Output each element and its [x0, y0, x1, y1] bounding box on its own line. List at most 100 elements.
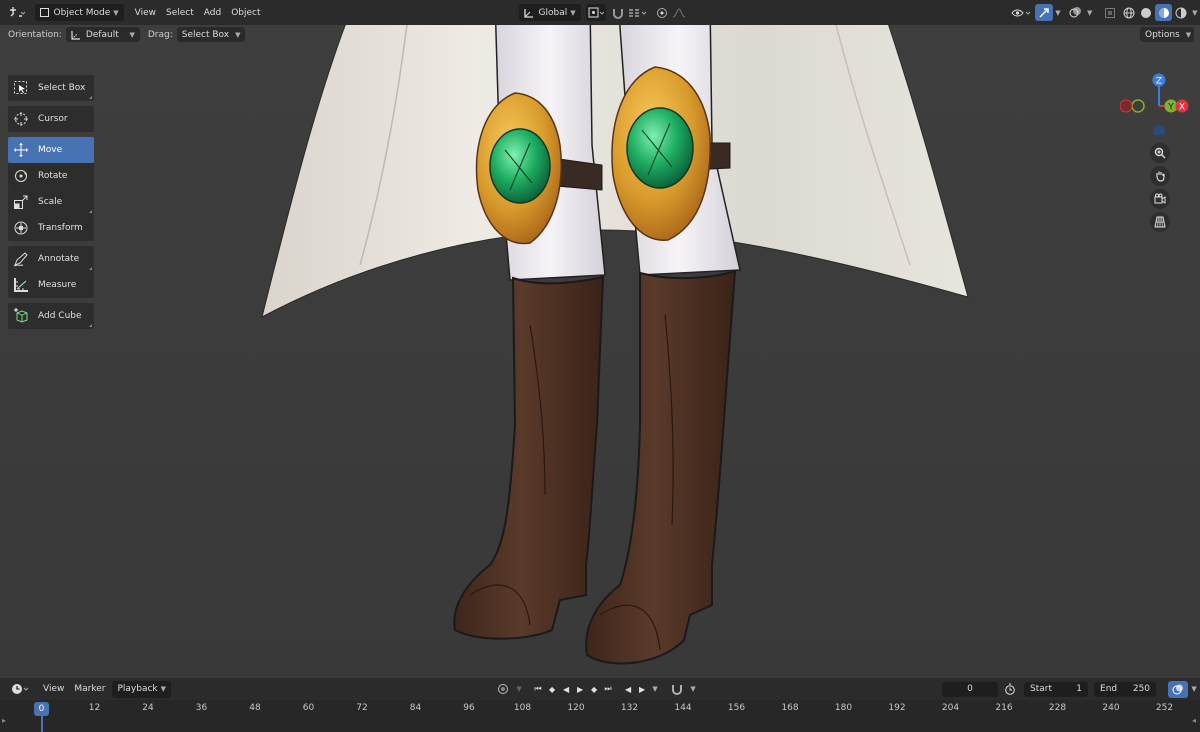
camera-view-button[interactable] [1150, 189, 1170, 209]
keying-dropdown[interactable]: ▼ [513, 681, 525, 698]
next-keyframe-icon: ◆ [590, 684, 598, 694]
playback-label: Playback [117, 684, 158, 694]
options-dropdown[interactable]: Options ▼ [1140, 27, 1194, 42]
gizmo-icon [1039, 7, 1049, 17]
zoom-button[interactable] [1150, 143, 1170, 163]
snap-toggle[interactable] [609, 4, 626, 21]
scroll-right-icon[interactable]: ◂ [1192, 716, 1196, 725]
tool-scale[interactable]: Scale [8, 189, 94, 215]
proportional-editing-toggle[interactable] [653, 4, 670, 21]
play-icon: ▶ [576, 684, 584, 694]
right-knee-brooch [611, 66, 711, 241]
tool-move[interactable]: Move [8, 137, 94, 163]
snap-timeline-dropdown[interactable]: ▼ [687, 681, 699, 698]
start-frame-field[interactable]: Start 1 [1024, 681, 1089, 697]
end-frame-field[interactable]: End 250 [1094, 681, 1157, 697]
tool-annotate[interactable]: Annotate [8, 246, 94, 272]
mode-selector[interactable]: Object Mode ▼ [34, 4, 124, 21]
orientation-dropdown[interactable]: Default ▼ [65, 27, 140, 42]
ruler-tick-label: 96 [463, 703, 475, 713]
overlays-toggle[interactable] [1067, 4, 1084, 21]
orientation-label: Global [538, 7, 568, 18]
gizmo-dropdown[interactable]: ▼ [1053, 4, 1063, 21]
tool-label: Add Cube [38, 311, 82, 321]
navigation-gizmo[interactable]: Z Y X [1120, 65, 1200, 255]
timeline-ruler[interactable]: 12 24 36 48 60 72 84 96 108 120 132 144 156 168 180 192… [0, 700, 1200, 732]
drag-dropdown[interactable]: Select Box ▼ [176, 27, 246, 42]
visibility-dropdown[interactable] [1010, 4, 1033, 21]
orientation-value: Default [85, 29, 119, 40]
eye-selectability-icon [1011, 9, 1031, 16]
auto-keying-toggle[interactable] [493, 681, 513, 698]
ruler-tick-label: 144 [674, 703, 692, 713]
jump-to-keyframe-prev-button[interactable]: ◆ [545, 682, 559, 697]
menu-select[interactable]: Select [161, 4, 199, 21]
chevron-down-icon: ▼ [1192, 8, 1198, 17]
ruler-tick-label: 168 [781, 703, 799, 713]
ruler-tick-label: 192 [888, 703, 906, 713]
snap-timeline-toggle[interactable] [667, 681, 687, 698]
shading-material-button[interactable] [1154, 4, 1173, 21]
editor-type-button[interactable] [6, 4, 29, 21]
next-frame-button[interactable]: ▶ [635, 682, 649, 697]
select-box-icon [12, 79, 30, 97]
playback-dropdown[interactable]: Playback ▼ [112, 680, 172, 698]
transform-orientation-dropdown[interactable]: Global ▼ [518, 4, 581, 21]
timeline-view-dropdown[interactable]: ▼ [1188, 681, 1200, 698]
skip-start-icon: ⏮ [534, 684, 542, 693]
frame-step-dropdown[interactable]: ▼ [649, 681, 661, 698]
step-back-button[interactable]: ◀ [559, 682, 573, 697]
tool-add-cube[interactable]: Add Cube [8, 303, 94, 329]
menu-add[interactable]: Add [199, 4, 226, 21]
tool-label: Rotate [38, 171, 68, 181]
jump-to-start-button[interactable]: ⏮ [531, 682, 545, 697]
shading-wireframe-button[interactable] [1120, 4, 1137, 21]
perspective-toggle-button[interactable] [1150, 212, 1170, 232]
proportional-falloff-dropdown[interactable] [671, 4, 688, 21]
cursor-icon [12, 110, 30, 128]
ruler-tick-label: 156 [727, 703, 746, 713]
orientation-axes-icon [523, 8, 533, 18]
scroll-left-icon[interactable]: ▸ [2, 716, 6, 725]
tool-measure[interactable]: Measure [8, 272, 94, 298]
tool-rotate[interactable]: Rotate [8, 163, 94, 189]
shading-rendered-button[interactable] [1172, 4, 1189, 21]
pivot-point-dropdown[interactable] [585, 4, 607, 21]
preview-range-toggle[interactable] [1000, 681, 1020, 698]
axis-gizmo[interactable]: Z Y X [1120, 65, 1200, 135]
prev-frame-button[interactable]: ◀ [621, 682, 635, 697]
current-frame-field[interactable]: 0 [942, 681, 999, 697]
playhead[interactable]: 0 [34, 702, 49, 716]
pan-button[interactable] [1150, 166, 1170, 186]
jump-to-end-button[interactable]: ⏭ [601, 682, 615, 697]
timeline-editor-type-button[interactable] [8, 681, 32, 698]
timeline-menu-view[interactable]: View [38, 681, 69, 698]
ruler-tick-label: 12 [88, 703, 101, 713]
3d-viewport[interactable]: Select Box Cursor Move Rotate Scale Tran… [0, 25, 1200, 678]
tool-select-box[interactable]: Select Box [8, 75, 94, 101]
play-button[interactable]: ▶ [573, 682, 587, 697]
timeline-view-options[interactable] [1168, 680, 1189, 698]
tool-transform[interactable]: Transform [8, 215, 94, 241]
move-arrows-icon [12, 141, 30, 159]
jump-to-keyframe-next-button[interactable]: ◆ [587, 682, 601, 697]
gizmo-toggle[interactable] [1035, 4, 1053, 21]
timeline-menu-marker[interactable]: Marker [69, 681, 110, 698]
shading-dropdown[interactable]: ▼ [1190, 4, 1200, 21]
ruler-tick-label: 252 [1155, 703, 1174, 713]
pivot-icon [588, 7, 604, 17]
menu-object[interactable]: Object [226, 4, 265, 21]
chevron-down-icon: ▼ [235, 30, 241, 39]
ruler-tick-label: 180 [834, 703, 853, 713]
shading-solid-button[interactable] [1138, 4, 1155, 21]
object-mode-icon [39, 8, 49, 17]
overlays-dropdown[interactable]: ▼ [1085, 4, 1095, 21]
pencil-icon [12, 250, 30, 268]
tool-cursor[interactable]: Cursor [8, 106, 94, 132]
clock-icon [12, 684, 29, 694]
snap-target-dropdown[interactable] [627, 4, 650, 21]
xray-toggle[interactable] [1101, 4, 1118, 21]
tool-settings-bar: Orientation: Default ▼ Drag: Select Box … [0, 25, 1200, 44]
menu-view[interactable]: View [130, 4, 161, 21]
ruler-icon [12, 276, 30, 294]
